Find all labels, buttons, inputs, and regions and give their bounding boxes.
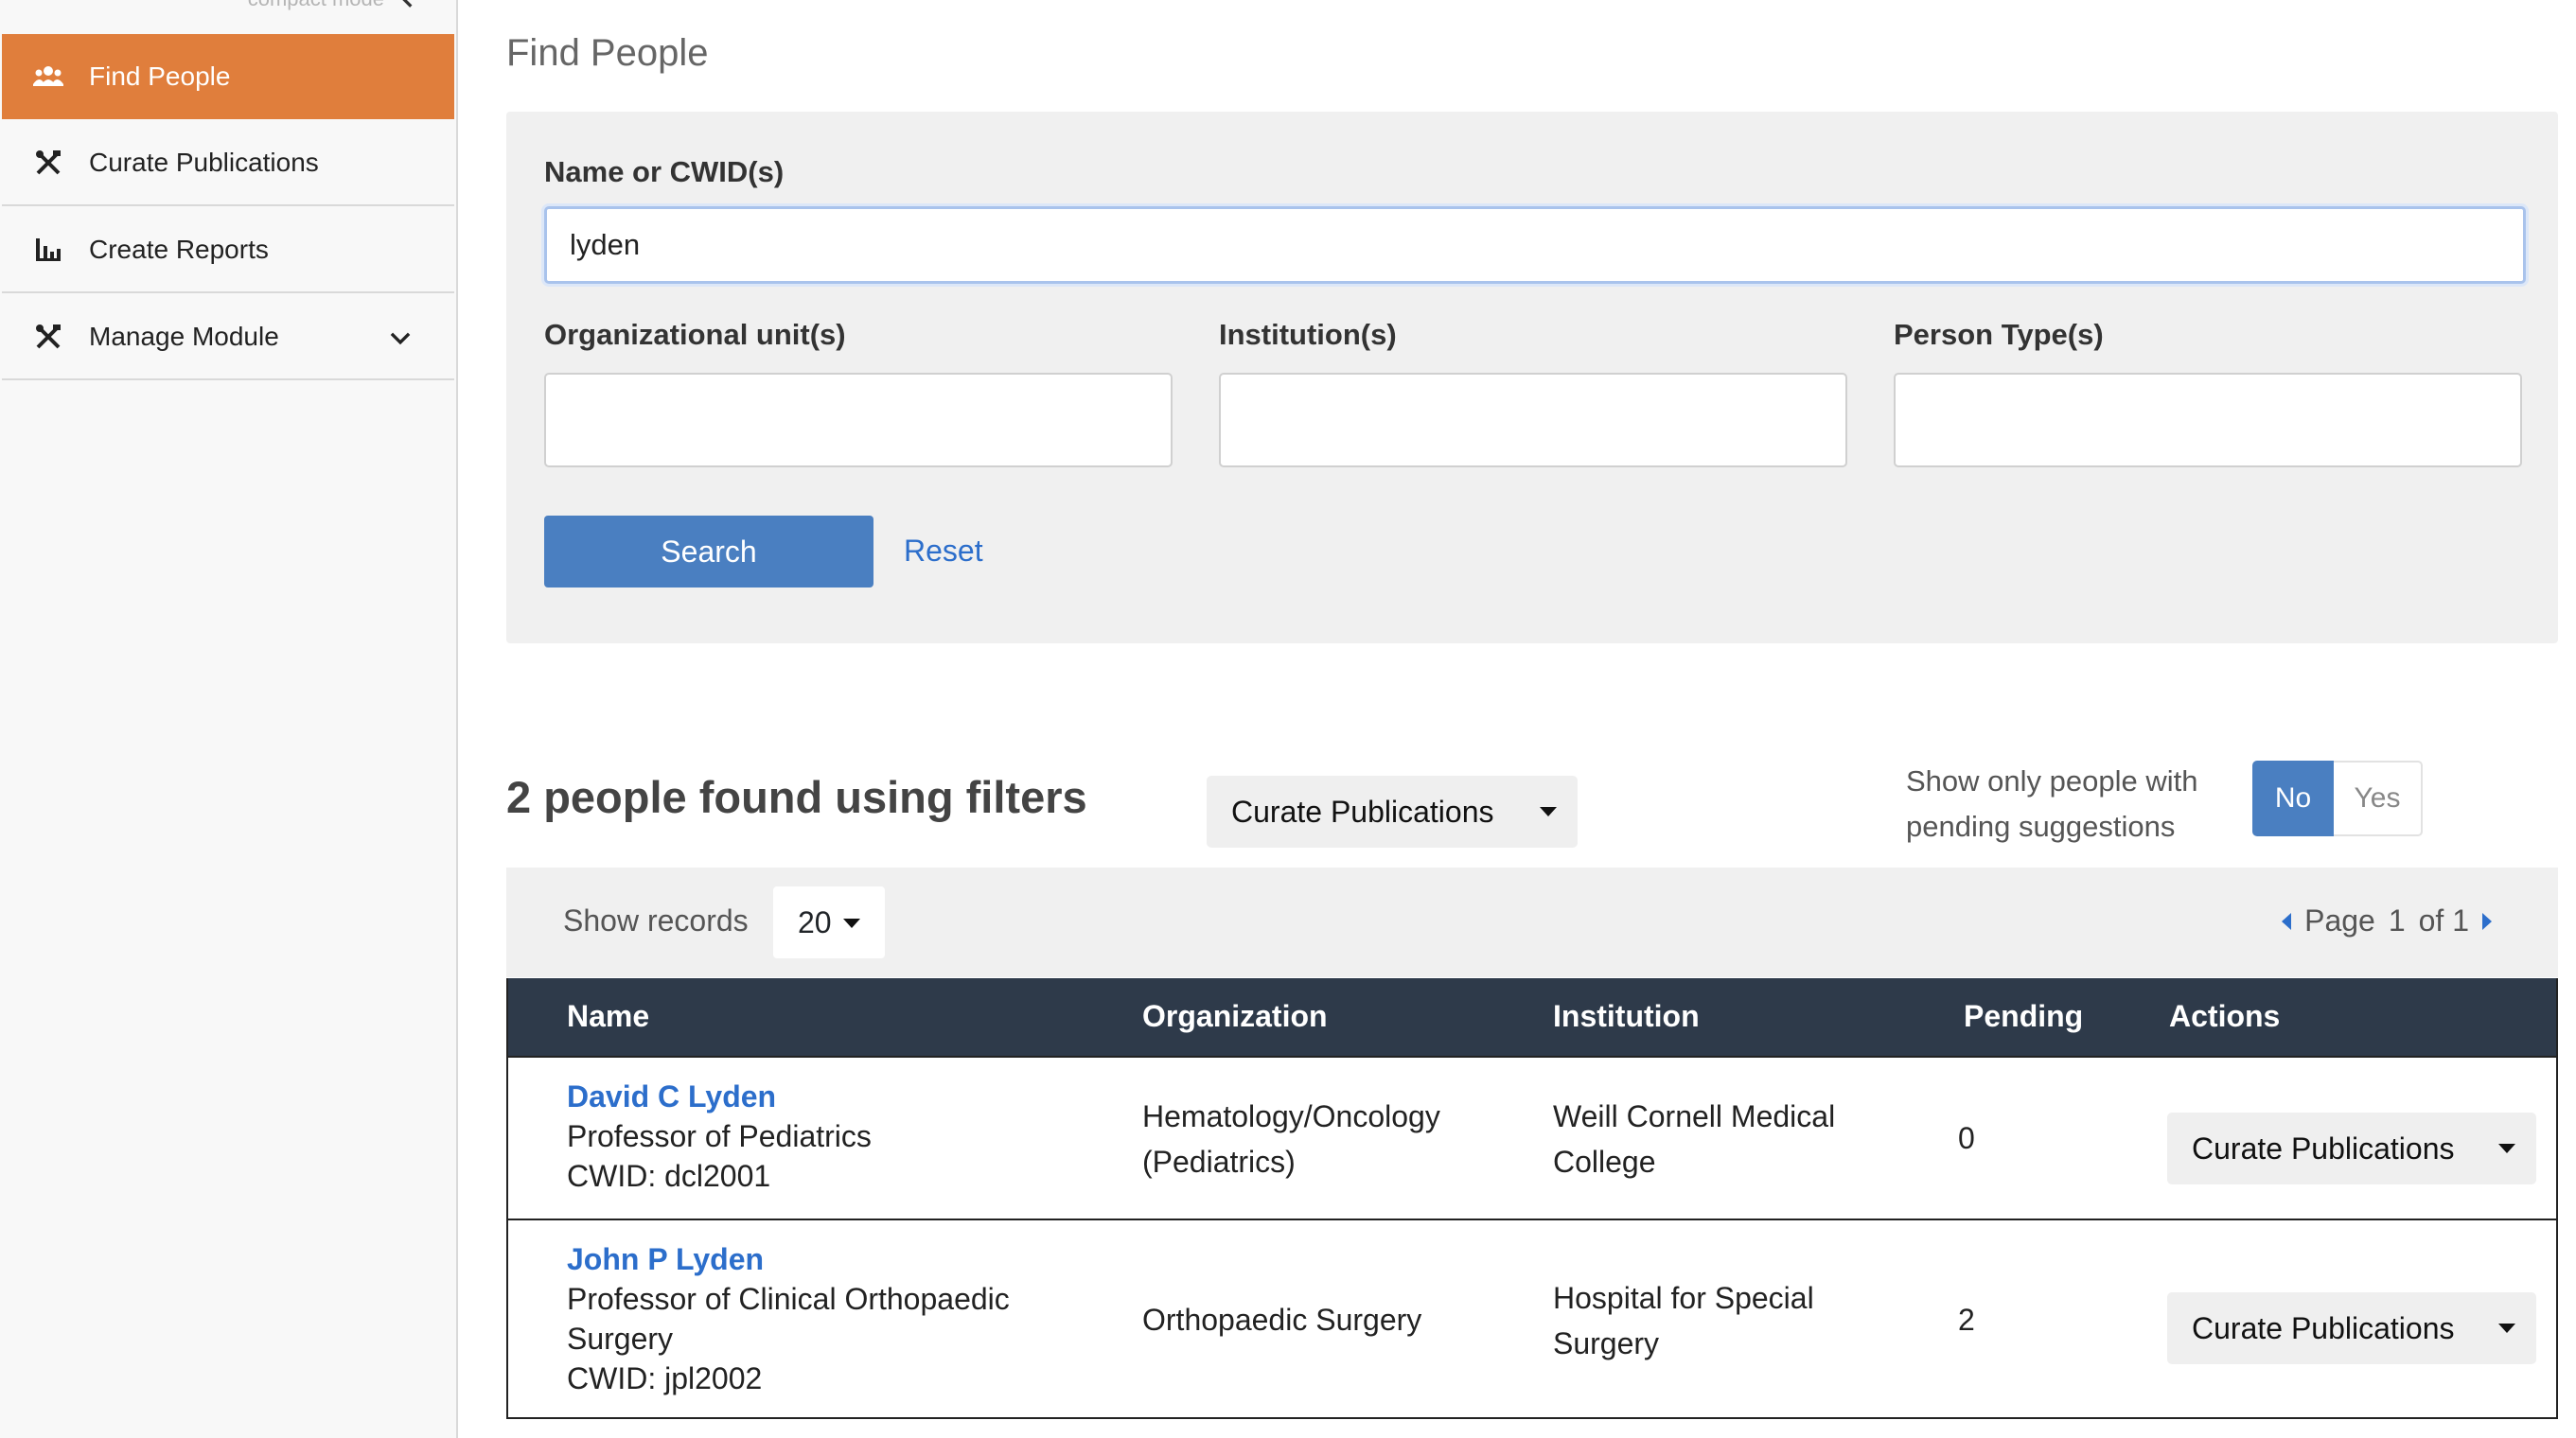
chevron-left-icon: [402, 0, 413, 8]
institution-label: Institution(s): [1219, 318, 1397, 351]
pagination: Page 1 of 1: [2282, 903, 2492, 938]
pending-count: 0: [1958, 1121, 1975, 1155]
compact-mode-toggle[interactable]: compact mode: [248, 0, 418, 11]
records-per-page-select[interactable]: 20: [773, 886, 885, 958]
bulk-action-dropdown[interactable]: Curate Publications: [1207, 776, 1578, 848]
sidebar-item-label: Create Reports: [89, 235, 269, 264]
caret-down-icon: [2498, 1324, 2515, 1333]
toggle-no-button[interactable]: No: [2252, 761, 2334, 836]
caret-down-icon: [2498, 1144, 2515, 1153]
toggle-yes-button[interactable]: Yes: [2334, 761, 2423, 836]
caret-down-icon: [843, 919, 860, 928]
organization-cell: Orthopaedic Surgery: [1142, 1303, 1422, 1337]
search-panel: Name or CWID(s) Organizational unit(s) I…: [506, 112, 2558, 643]
sidebar-item-manage-module[interactable]: Manage Module: [2, 295, 454, 380]
header-name: Name: [567, 999, 650, 1033]
person-type-label: Person Type(s): [1894, 318, 2104, 351]
users-icon: [32, 61, 64, 93]
results-table: Name Organization Institution Pending Ac…: [506, 978, 2558, 1419]
table-row: David C Lyden Professor of Pediatrics CW…: [508, 1056, 2556, 1219]
results-summary: 2 people found using filters: [506, 772, 1087, 822]
records-bar: Show records 20 Page 1 of 1: [506, 868, 2558, 977]
header-institution: Institution: [1553, 999, 1700, 1033]
chevron-down-icon: [390, 332, 411, 345]
person-title: Professor of Pediatrics: [567, 1119, 872, 1153]
person-cwid: CWID: jpl2002: [567, 1361, 763, 1395]
org-unit-input[interactable]: [544, 373, 1173, 467]
person-title: Surgery: [567, 1322, 674, 1356]
institution-cell: Hospital for Special Surgery: [1553, 1281, 1814, 1360]
sidebar-item-label: Manage Module: [89, 322, 279, 351]
search-button[interactable]: Search: [544, 516, 873, 587]
caret-down-icon: [1540, 807, 1557, 816]
page-title: Find People: [506, 32, 709, 74]
institution-cell: Weill Cornell Medical College: [1553, 1099, 1836, 1179]
header-pending: Pending: [1964, 999, 2084, 1033]
name-cwid-input[interactable]: [544, 206, 2526, 284]
show-records-label: Show records: [563, 903, 749, 938]
row-action-dropdown[interactable]: Curate Publications: [2167, 1113, 2536, 1184]
sidebar-item-label: Curate Publications: [89, 148, 319, 177]
header-organization: Organization: [1142, 999, 1328, 1033]
prev-page-icon[interactable]: [2282, 912, 2292, 930]
table-row: John P Lyden Professor of Clinical Ortho…: [508, 1219, 2556, 1417]
organization-cell: Hematology/Oncology (Pediatrics): [1142, 1099, 1440, 1179]
sidebar-item-curate-publications[interactable]: Curate Publications: [2, 121, 454, 206]
name-cwid-label: Name or CWID(s): [544, 155, 785, 188]
person-name-link[interactable]: David C Lyden: [567, 1077, 872, 1116]
page-total: of 1: [2418, 903, 2469, 938]
reset-link[interactable]: Reset: [904, 534, 983, 569]
page-label: Page: [2304, 903, 2375, 938]
sidebar-item-find-people[interactable]: Find People: [2, 34, 454, 119]
tools-icon: [32, 147, 64, 179]
next-page-icon[interactable]: [2482, 912, 2492, 930]
pending-filter-label: Show only people with pending suggestion…: [1906, 764, 2198, 843]
bar-chart-icon: [32, 234, 64, 266]
table-header: Name Organization Institution Pending Ac…: [508, 978, 2556, 1056]
page-current: 1: [2388, 903, 2406, 938]
pending-count: 2: [1958, 1303, 1975, 1337]
name-cell: David C Lyden Professor of Pediatrics CW…: [567, 1077, 872, 1196]
institution-input[interactable]: [1219, 373, 1847, 467]
person-cwid: CWID: dcl2001: [567, 1159, 771, 1193]
person-title: Professor of Clinical Orthopaedic: [567, 1282, 1010, 1316]
sidebar: compact mode Find People Curate Publicat…: [0, 0, 458, 1438]
bulk-action-label: Curate Publications: [1231, 794, 1494, 829]
sidebar-item-label: Find People: [89, 61, 231, 91]
row-action-dropdown[interactable]: Curate Publications: [2167, 1292, 2536, 1364]
tools-icon: [32, 321, 64, 353]
name-cell: John P Lyden Professor of Clinical Ortho…: [567, 1239, 1010, 1398]
header-actions: Actions: [2169, 999, 2281, 1033]
sidebar-item-create-reports[interactable]: Create Reports: [2, 208, 454, 293]
compact-mode-label: compact mode: [248, 0, 384, 11]
org-unit-label: Organizational unit(s): [544, 318, 846, 351]
person-name-link[interactable]: John P Lyden: [567, 1239, 1010, 1279]
person-type-input[interactable]: [1894, 373, 2522, 467]
